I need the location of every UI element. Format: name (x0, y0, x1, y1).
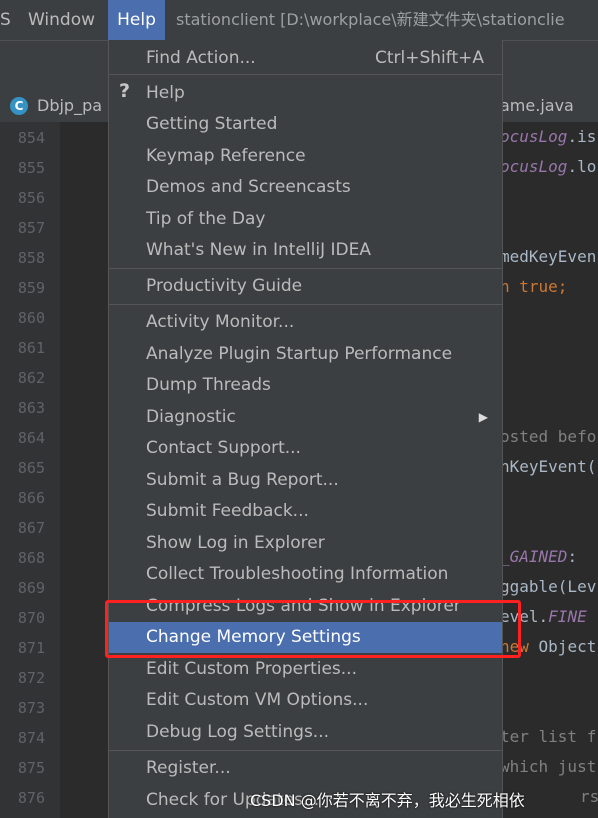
code-line: ter list f (500, 727, 597, 746)
code-line: _GAINED: (500, 547, 578, 566)
line-number: 868 (17, 549, 45, 567)
menu-diagnostic[interactable]: Diagnostic ▶ (109, 402, 502, 433)
menu-productivity-guide[interactable]: Productivity Guide (109, 271, 502, 302)
menu-item-label: Getting Started (146, 114, 278, 134)
line-number: 854 (17, 129, 45, 147)
menu-item-label: Productivity Guide (146, 276, 303, 296)
menu-bar: S Window Help stationclient [D:\workplac… (0, 0, 598, 40)
line-number: 861 (17, 339, 45, 357)
menu-item-label: What's New in IntelliJ IDEA (146, 240, 371, 260)
menu-item-label: Demos and Screencasts (146, 177, 351, 197)
window-title: stationclient [D:\workplace\新建文件夹\statio… (176, 10, 565, 29)
menu-item-label: Submit Feedback... (146, 501, 309, 521)
question-mark-icon: ? (119, 80, 131, 102)
menu-submit-bug-report[interactable]: Submit a Bug Report... (109, 465, 502, 496)
menu-find-action[interactable]: Find Action... Ctrl+Shift+A (109, 43, 502, 74)
line-number: 874 (17, 729, 45, 747)
editor-tab-java[interactable]: ame.java (500, 90, 574, 122)
menu-item-label: Register... (146, 758, 231, 778)
code-line: nKeyEvent( (500, 457, 597, 476)
menu-register[interactable]: Register... (109, 753, 502, 784)
menu-item-s[interactable]: S (0, 0, 13, 40)
code-line: ocusLog.lo (500, 157, 597, 176)
line-number: 857 (17, 219, 45, 237)
code-line: osted befo (500, 427, 597, 446)
menu-item-label: Contact Support... (146, 438, 301, 458)
line-number: 870 (17, 609, 45, 627)
menu-dump-threads[interactable]: Dump Threads (109, 370, 502, 401)
line-number: 865 (17, 459, 45, 477)
menu-separator (109, 268, 502, 269)
watermark: CSDN @你若不离不弃，我必生死相依 (250, 791, 525, 810)
line-number: 859 (17, 279, 45, 297)
menu-separator (109, 304, 502, 305)
line-number: 875 (17, 759, 45, 777)
menu-activity-monitor[interactable]: Activity Monitor... (109, 307, 502, 338)
menu-help[interactable]: ? Help (109, 78, 502, 109)
line-number: 860 (17, 309, 45, 327)
menu-keymap-reference[interactable]: Keymap Reference (109, 141, 502, 172)
class-icon: C (10, 97, 28, 115)
menu-collect-troubleshooting[interactable]: Collect Troubleshooting Information (109, 559, 502, 590)
submenu-arrow-icon: ▶ (478, 410, 488, 424)
line-number: 856 (17, 189, 45, 207)
menu-whats-new[interactable]: What's New in IntelliJ IDEA (109, 235, 502, 266)
shortcut-label: Ctrl+Shift+A (374, 48, 484, 68)
line-number: 869 (17, 579, 45, 597)
menu-item-label: Edit Custom VM Options... (146, 690, 369, 710)
menu-item-label: Edit Custom Properties... (146, 659, 357, 679)
menu-separator (109, 750, 502, 751)
menu-item-label: Show Log in Explorer (146, 533, 325, 553)
line-number: 862 (17, 369, 45, 387)
menu-item-label: Submit a Bug Report... (146, 470, 339, 490)
code-line: ggable(Lev (500, 577, 597, 596)
line-number: 867 (17, 519, 45, 537)
menu-item-label: Tip of the Day (146, 209, 266, 229)
menu-item-label: Collect Troubleshooting Information (146, 564, 449, 584)
highlight-box (105, 600, 521, 658)
line-number-gutter: 854 855 856 857 858 859 860 861 862 863 … (0, 122, 60, 818)
menu-item-label: Find Action... (146, 48, 256, 68)
menu-getting-started[interactable]: Getting Started (109, 109, 502, 140)
help-menu-dropdown: Find Action... Ctrl+Shift+A ? Help Getti… (108, 40, 503, 818)
menu-item-help[interactable]: Help (108, 0, 165, 40)
menu-item-label: Keymap Reference (146, 146, 306, 166)
menu-tip-of-the-day[interactable]: Tip of the Day (109, 204, 502, 235)
line-number: 858 (17, 249, 45, 267)
code-line: which just (500, 757, 597, 776)
line-number: 855 (17, 159, 45, 177)
code-line: medKeyEven (500, 247, 597, 266)
menu-item-label: Activity Monitor... (146, 312, 295, 332)
menu-item-window[interactable]: Window (28, 0, 102, 40)
code-line: n true; (500, 277, 568, 296)
menu-submit-feedback[interactable]: Submit Feedback... (109, 496, 502, 527)
menu-item-label: Analyze Plugin Startup Performance (146, 344, 453, 364)
menu-debug-log-settings[interactable]: Debug Log Settings... (109, 717, 502, 748)
line-number: 876 (17, 789, 45, 807)
menu-analyze-plugin-startup[interactable]: Analyze Plugin Startup Performance (109, 339, 502, 370)
menu-edit-custom-vm-options[interactable]: Edit Custom VM Options... (109, 685, 502, 716)
menu-contact-support[interactable]: Contact Support... (109, 433, 502, 464)
menu-separator (109, 74, 502, 75)
tab-label: Dbjp_pa (37, 96, 103, 115)
menu-edit-custom-properties[interactable]: Edit Custom Properties... (109, 654, 502, 685)
menu-item-label: Help (146, 83, 185, 103)
line-number: 866 (17, 489, 45, 507)
line-number: 871 (17, 639, 45, 657)
code-line: rs (580, 787, 598, 806)
line-number: 873 (17, 699, 45, 717)
code-line: ocusLog.is (500, 127, 597, 146)
line-number: 872 (17, 669, 45, 687)
menu-demos-screencasts[interactable]: Demos and Screencasts (109, 172, 502, 203)
menu-item-label: Debug Log Settings... (146, 722, 330, 742)
menu-item-label: Diagnostic (146, 407, 236, 427)
menu-item-label: Dump Threads (146, 375, 271, 395)
line-number: 863 (17, 399, 45, 417)
menu-show-log-explorer[interactable]: Show Log in Explorer (109, 528, 502, 559)
line-number: 864 (17, 429, 45, 447)
